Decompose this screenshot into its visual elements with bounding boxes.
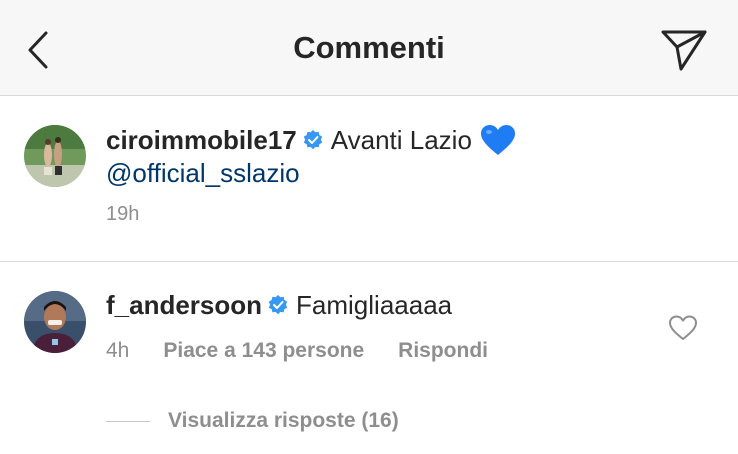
avatar[interactable]	[24, 125, 86, 187]
profile-photo-icon	[24, 291, 86, 353]
header-bar: Commenti	[0, 0, 738, 96]
heart-outline-icon	[669, 315, 697, 340]
comment-item: f_andersoon Famigliaaaaa 4h Piace a 143 …	[0, 262, 738, 454]
comment-username[interactable]: f_andersoon	[106, 289, 262, 321]
share-button[interactable]	[658, 26, 710, 74]
comment-text: Famigliaaaaa	[296, 290, 453, 320]
caption-post: ciroimmobile17 Avanti Lazio @official_ss…	[0, 96, 738, 262]
verified-badge-icon	[268, 295, 288, 315]
blue-heart-icon	[480, 124, 516, 156]
replies-divider	[106, 420, 150, 422]
verified-badge-icon	[303, 130, 323, 150]
caption-mention-link[interactable]: @official_sslazio	[106, 157, 300, 189]
caption-timestamp: 19h	[106, 203, 140, 225]
comment-meta: 4h Piace a 143 persone Rispondi	[106, 339, 522, 363]
page-title: Commenti	[293, 30, 445, 65]
avatar[interactable]	[24, 291, 86, 353]
profile-photo-icon	[24, 125, 86, 187]
view-replies-button[interactable]: Visualizza risposte (16)	[106, 409, 399, 433]
reply-button[interactable]: Rispondi	[398, 339, 488, 363]
caption-text: Avanti Lazio	[330, 125, 472, 155]
caption-line: ciroimmobile17 Avanti Lazio	[106, 124, 516, 156]
paper-plane-icon	[661, 30, 707, 71]
comment-timestamp: 4h	[106, 339, 130, 362]
like-comment-button[interactable]	[668, 314, 698, 342]
caption-username[interactable]: ciroimmobile17	[106, 124, 297, 156]
view-replies-label: Visualizza risposte (16)	[168, 409, 399, 432]
comment-likes-link[interactable]: Piace a 143 persone	[163, 339, 364, 363]
comment-line: f_andersoon Famigliaaaaa	[106, 289, 452, 321]
